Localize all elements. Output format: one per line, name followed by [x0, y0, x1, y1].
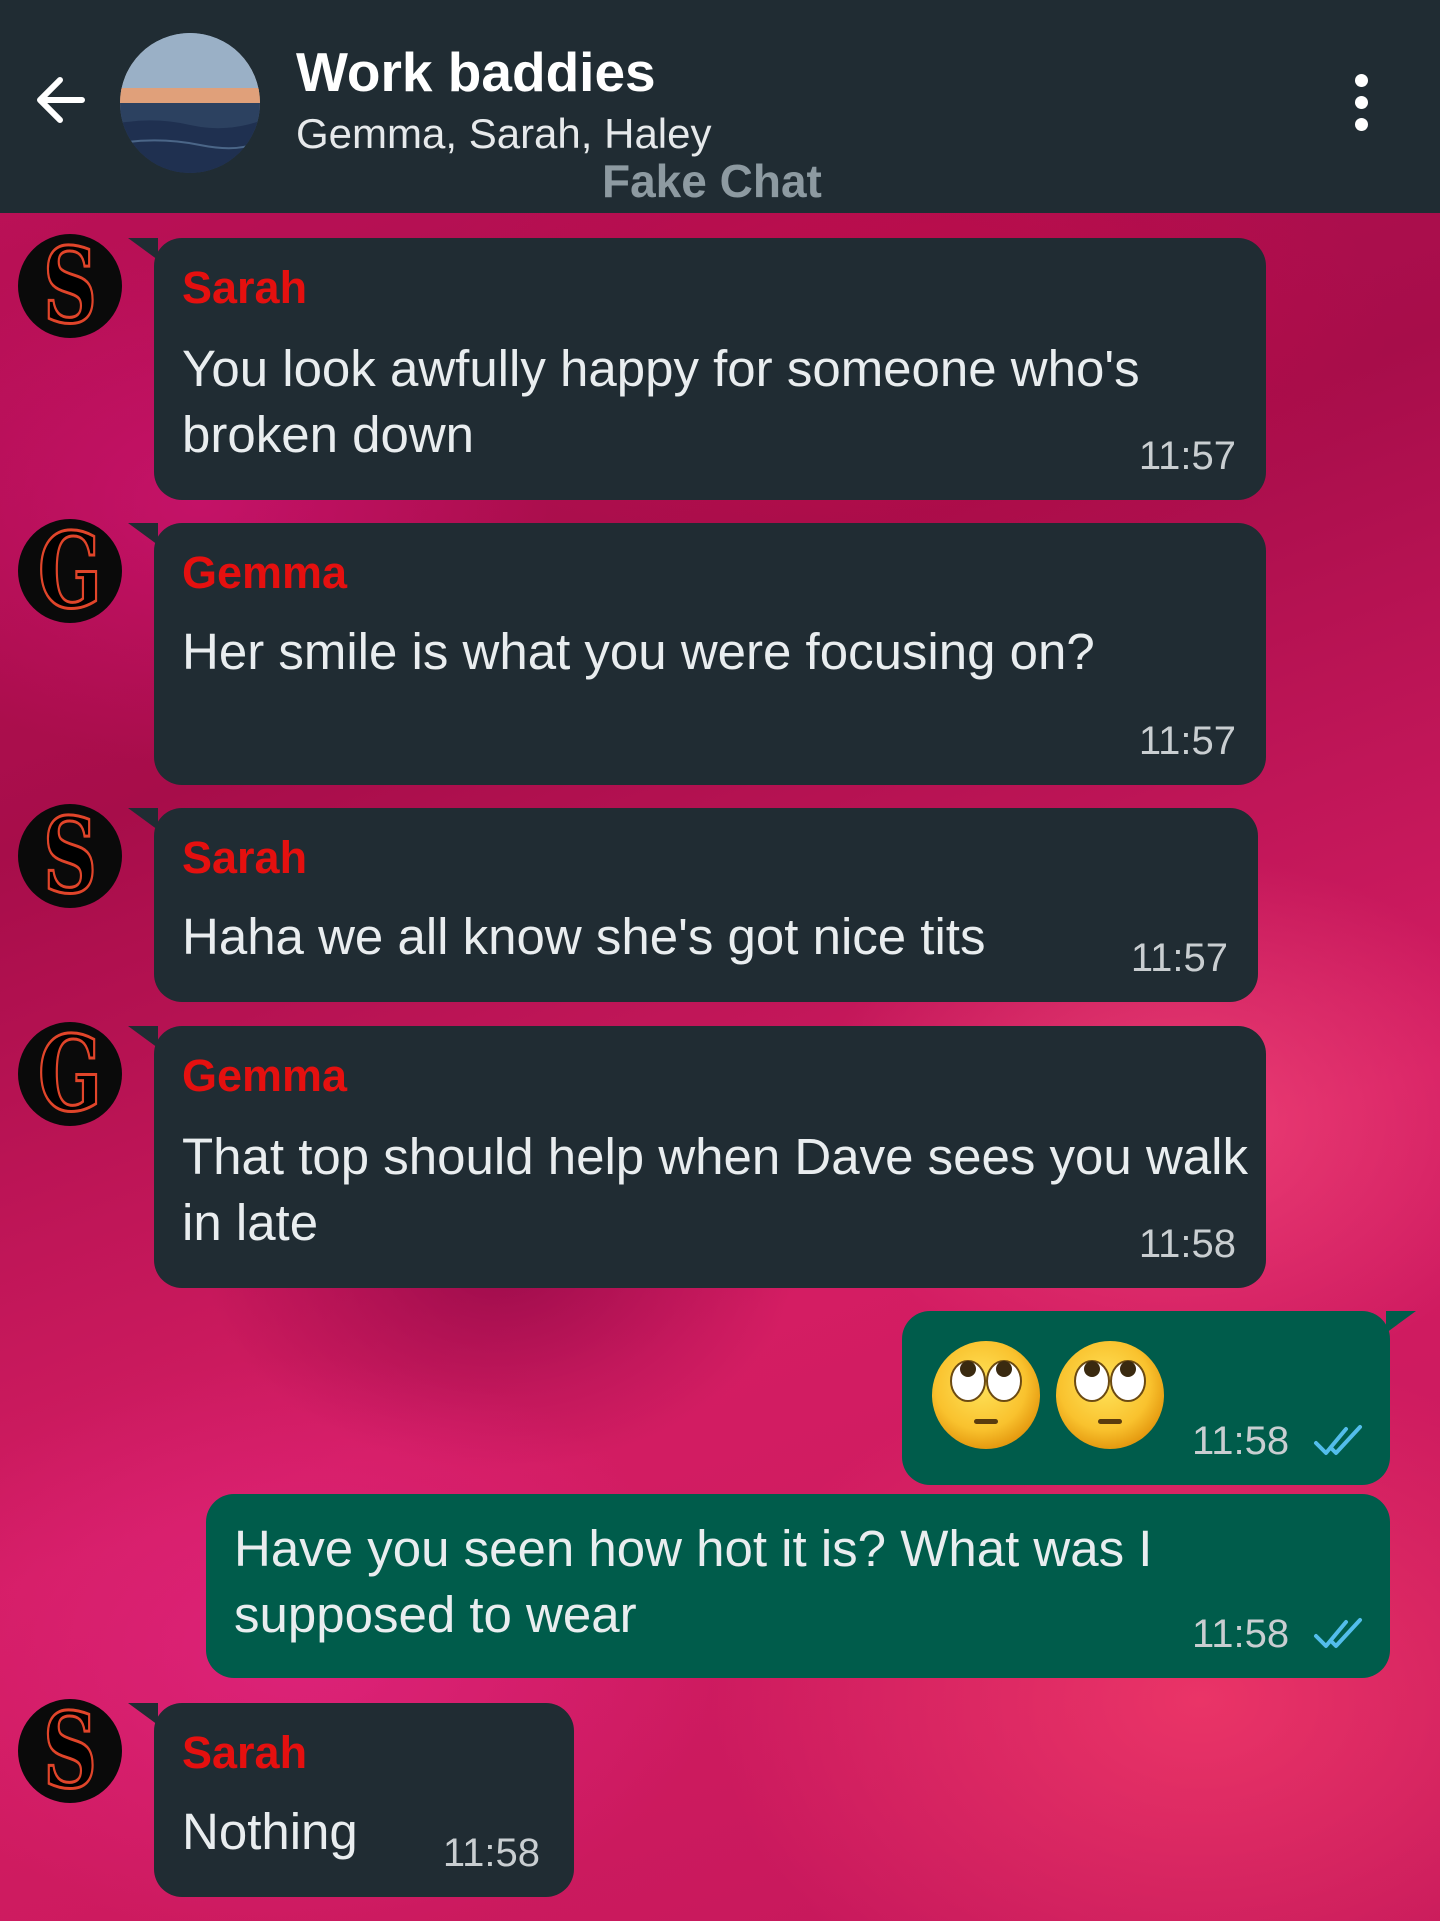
- sender-avatar[interactable]: S: [18, 804, 122, 908]
- message-bubble-outgoing[interactable]: 11:58: [902, 1311, 1416, 1485]
- message-time: 11:57: [1138, 434, 1236, 478]
- message-text: Have you seen how hot it is? What was I …: [234, 1520, 1153, 1643]
- face-with-rolling-eyes-icon: [1056, 1341, 1165, 1449]
- message-text: That top should help when Dave sees you …: [182, 1128, 1248, 1251]
- message-text: Haha we all know she's got nice tits: [182, 908, 986, 965]
- bubble-tail: [128, 238, 158, 260]
- bubble-tail: [1386, 1311, 1416, 1333]
- message-bubble[interactable]: Gemma Her smile is what you were focusin…: [128, 523, 1266, 785]
- emoji-row: [930, 1339, 1174, 1459]
- message-time: 11:58: [442, 1831, 540, 1875]
- message-text: Her smile is what you were focusing on?: [182, 623, 1095, 680]
- message-bubble[interactable]: Sarah You look awfully happy for someone…: [128, 238, 1266, 500]
- sender-name: Sarah: [182, 832, 308, 883]
- message-text: Nothing: [182, 1803, 358, 1860]
- bubble-tail: [128, 1026, 158, 1048]
- message-time: 11:58: [1138, 1222, 1236, 1266]
- watermark: Fake Chat: [602, 155, 822, 207]
- sender-avatar[interactable]: G: [18, 1022, 122, 1126]
- bubble-tail: [128, 1703, 158, 1725]
- sender-name: Sarah: [182, 1727, 308, 1778]
- group-avatar[interactable]: [120, 33, 260, 173]
- bubble-tail: [128, 808, 158, 830]
- face-with-rolling-eyes-icon: [932, 1341, 1040, 1449]
- message-time: 11:57: [1138, 719, 1236, 763]
- sender-avatar[interactable]: S: [18, 1699, 122, 1803]
- sender-name: Gemma: [182, 1050, 348, 1101]
- chat-title[interactable]: Work baddies: [296, 40, 656, 104]
- more-options-icon[interactable]: [1342, 70, 1382, 134]
- chat-participants[interactable]: Gemma, Sarah, Haley: [296, 110, 712, 158]
- message-time: 11:58: [1192, 1612, 1290, 1656]
- message-bubble[interactable]: Gemma That top should help when Dave see…: [128, 1026, 1266, 1288]
- bubble-tail: [128, 523, 158, 545]
- sender-avatar[interactable]: S: [18, 234, 122, 338]
- message-text: You look awfully happy for someone who's…: [182, 340, 1140, 463]
- sender-name: Sarah: [182, 262, 308, 313]
- read-receipt-icon: [1314, 1425, 1362, 1455]
- sender-name: Gemma: [182, 547, 348, 598]
- message-time: 11:58: [1192, 1419, 1290, 1463]
- message-time: 11:57: [1130, 936, 1228, 980]
- message-bubble[interactable]: Sarah Nothing 11:58: [128, 1703, 574, 1897]
- chat-header: Work baddies Gemma, Sarah, Haley Fake Ch…: [0, 0, 1440, 213]
- back-arrow-icon[interactable]: [28, 68, 92, 132]
- read-receipt-icon: [1314, 1618, 1362, 1648]
- sender-avatar[interactable]: G: [18, 519, 122, 623]
- message-bubble[interactable]: Sarah Haha we all know she's got nice ti…: [128, 808, 1258, 1002]
- message-bubble-outgoing[interactable]: Have you seen how hot it is? What was I …: [206, 1494, 1390, 1678]
